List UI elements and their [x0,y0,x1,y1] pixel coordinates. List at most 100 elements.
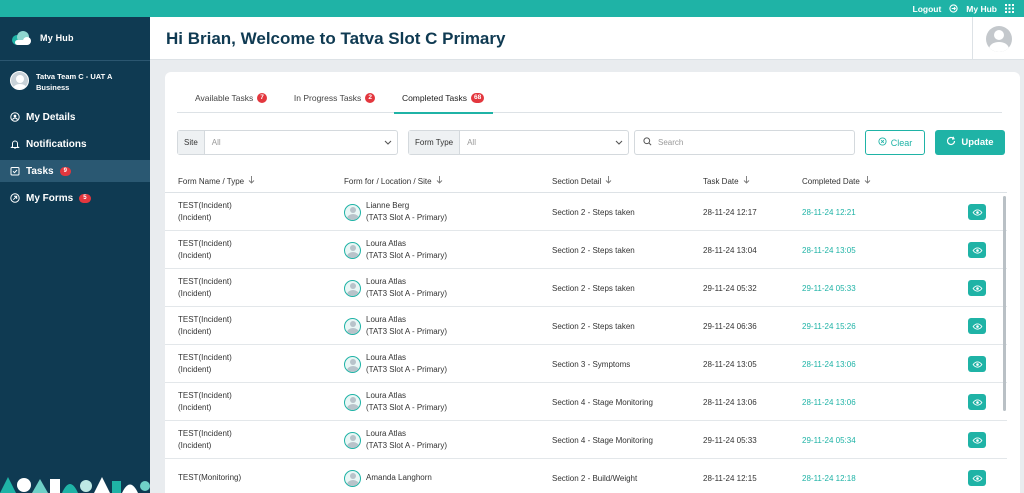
update-button[interactable]: Update [935,130,1005,155]
sort-arrow-icon [436,176,443,186]
person-site: (TAT3 Slot A - Primary) [366,403,448,412]
view-button[interactable] [968,280,986,296]
section-detail: Section 2 - Build/Weight [552,473,638,483]
tab-in-progress-tasks[interactable]: In Progress Tasks 2 [276,82,384,113]
column-label: Task Date [703,176,739,186]
tab-completed-tasks[interactable]: Completed Tasks 68 [384,82,494,114]
clipboard-icon [10,193,20,203]
view-cell [968,345,986,383]
person-name: Loura Atlas [366,239,407,248]
form-type: (Incident) [178,327,212,336]
form-name-cell: TEST(Incident) (Incident) [178,307,232,345]
person-avatar [344,393,361,411]
tab-available-tasks[interactable]: Available Tasks 7 [177,82,276,113]
profile-menu[interactable] [972,17,1024,60]
person-site: (TAT3 Slot A - Primary) [366,213,448,222]
task-date: 28-11-24 12:15 [703,473,757,483]
clear-button[interactable]: Clear [865,130,925,155]
form-name: TEST(Incident) [178,315,232,324]
user-circle-icon [10,112,20,122]
profile-avatar [985,25,1012,52]
view-button[interactable] [968,204,986,220]
view-button[interactable] [968,318,986,334]
site-filter[interactable]: Site All [177,130,398,155]
column-header-task-date[interactable]: Task Date [703,169,750,193]
user-profile[interactable]: Tatva Team C - UAT A Business [10,71,136,93]
sidebar-nav: My Details Notifications Tasks 9 My Form… [0,106,150,214]
tab-count: 2 [365,92,375,103]
my-hub-link[interactable]: My Hub [966,4,997,14]
completed-date: 29-11-24 05:33 [802,283,856,293]
person-avatar [344,241,361,259]
sidebar-item-notifications[interactable]: Notifications [0,133,150,155]
column-header-form-name[interactable]: Form Name / Type [178,169,255,193]
section-detail: Section 3 - Symptoms [552,359,631,369]
tab-count: 68 [470,92,485,103]
section-detail: Section 2 - Steps taken [552,283,635,293]
logout-icon[interactable] [949,4,958,13]
form-type-filter[interactable]: Form Type All [408,130,629,155]
view-button[interactable] [968,242,986,258]
eye-icon [972,322,982,330]
section-detail: Section 2 - Steps taken [552,321,635,331]
form-for-cell: Loura Atlas (TAT3 Slot A - Primary) [344,345,447,383]
column-label: Section Detail [552,176,602,186]
person-avatar [344,355,361,373]
person-avatar [344,317,361,335]
site-filter-label: Site [178,131,205,154]
sidebar-item-label: Tasks [26,165,54,177]
form-type-filter-value: All [467,138,476,147]
person-name: Loura Atlas [366,315,407,324]
user-avatar [10,71,29,90]
chevron-down-icon [379,140,397,145]
view-button[interactable] [968,394,986,410]
table-row: TEST(Incident) (Incident) Loura Atlas (T… [165,421,1007,459]
form-name: TEST(Incident) [178,201,232,210]
form-name-cell: TEST(Incident) (Incident) [178,193,232,231]
sidebar-item-my-forms[interactable]: My Forms 5 [0,187,150,209]
column-header-section-detail[interactable]: Section Detail [552,169,612,193]
form-for-cell: Loura Atlas (TAT3 Slot A - Primary) [344,421,447,459]
tasks-table: Form Name / Type Form for / Location / S… [165,169,1007,493]
task-date: 29-11-24 05:32 [703,283,757,293]
sidebar-item-my-details[interactable]: My Details [0,106,150,128]
view-cell [968,269,986,307]
form-name-cell: TEST(Incident) (Incident) [178,421,232,459]
form-name-cell: TEST(Monitoring) [178,459,241,493]
column-header-form-for[interactable]: Form for / Location / Site [344,169,443,193]
person-site: (TAT3 Slot A - Primary) [366,441,448,450]
person-site: (TAT3 Slot A - Primary) [366,289,448,298]
form-type: (Incident) [178,213,212,222]
sidebar-item-tasks[interactable]: Tasks 9 [0,160,150,182]
table-row: TEST(Incident) (Incident) Loura Atlas (T… [165,383,1007,421]
form-name: TEST(Incident) [178,391,232,400]
form-name: TEST(Incident) [178,239,232,248]
table-scrollbar[interactable] [1003,196,1006,411]
logout-link[interactable]: Logout [913,4,942,14]
eye-icon [972,284,982,292]
sidebar-item-label: My Details [26,111,76,123]
search-input[interactable] [658,138,838,147]
apps-grid-icon[interactable] [1005,4,1014,13]
view-cell [968,383,986,421]
tab-label: Available Tasks [195,92,254,103]
section-detail: Section 4 - Stage Monitoring [552,435,653,445]
brand[interactable]: My Hub [10,29,74,47]
table-header: Form Name / Type Form for / Location / S… [165,169,1007,193]
person-name: Loura Atlas [366,353,407,362]
bell-icon [10,139,20,149]
table-body: TEST(Incident) (Incident) Lianne Berg (T… [165,193,1007,493]
view-button[interactable] [968,432,986,448]
person-avatar [344,279,361,297]
form-type: (Incident) [178,251,212,260]
column-header-completed-date[interactable]: Completed Date [802,169,871,193]
chevron-down-icon [610,140,628,145]
completed-date: 28-11-24 13:06 [802,397,856,407]
view-button[interactable] [968,470,986,486]
clear-button-label: Clear [890,137,913,148]
person-name: Loura Atlas [366,429,407,438]
view-button[interactable] [968,356,986,372]
column-label: Completed Date [802,176,860,186]
form-type: (Incident) [178,403,212,412]
person-site: (TAT3 Slot A - Primary) [366,365,448,374]
